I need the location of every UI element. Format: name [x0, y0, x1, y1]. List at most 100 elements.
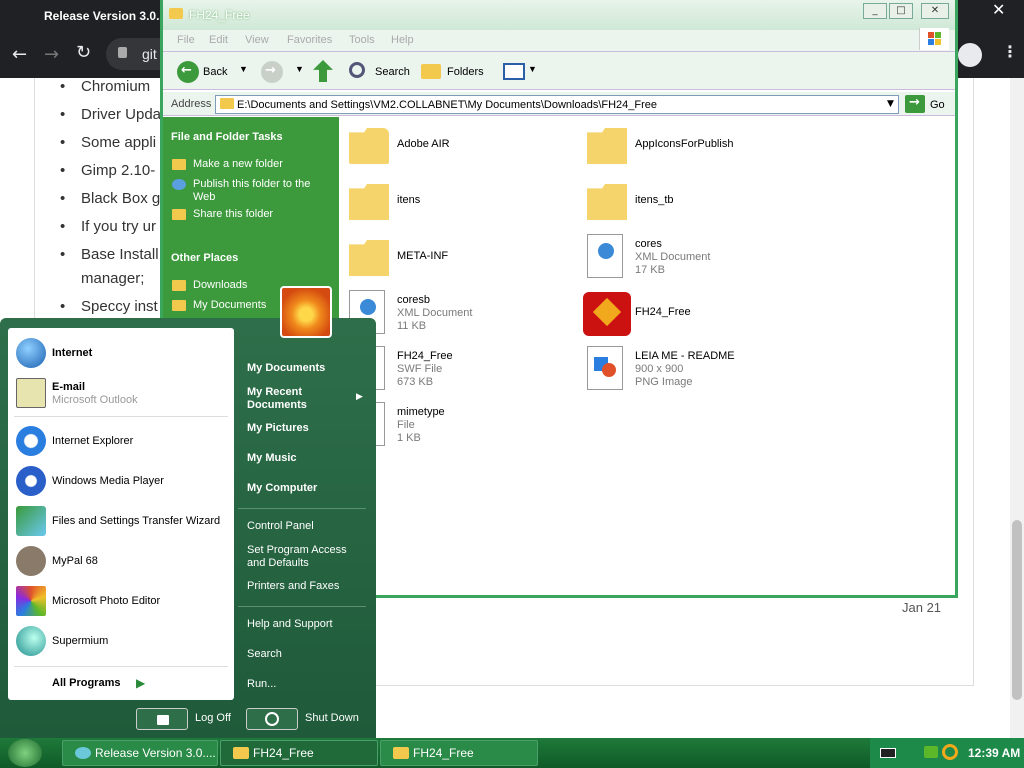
- taskbar-item-explorer[interactable]: FH24_Free: [220, 740, 378, 766]
- file-item[interactable]: coresb XML Document 11 KB: [349, 290, 569, 340]
- profile-avatar-icon[interactable]: [958, 43, 982, 67]
- file-item[interactable]: cores XML Document 17 KB: [587, 234, 807, 284]
- power-icon[interactable]: [246, 708, 298, 730]
- file-name: coresb: [397, 294, 431, 306]
- maximize-button[interactable]: □: [889, 3, 913, 19]
- file-name: mimetype: [397, 406, 445, 418]
- file-item[interactable]: mimetype File 1 KB: [349, 402, 569, 452]
- address-text[interactable]: E:\Documents and Settings\VM2.COLLABNET\…: [237, 99, 657, 111]
- chevron-down-icon[interactable]: ▼: [295, 64, 304, 74]
- list-item: Driver Upda: [60, 106, 161, 123]
- folders-icon[interactable]: [421, 64, 441, 79]
- program-supermium[interactable]: Supermium: [52, 635, 108, 647]
- start-run[interactable]: Run...: [247, 678, 276, 691]
- network-icon[interactable]: [924, 746, 938, 758]
- start-search[interactable]: Search: [247, 648, 282, 661]
- minimize-button[interactable]: _: [863, 3, 887, 19]
- scrollbar-thumb[interactable]: [1012, 520, 1022, 700]
- window-titlebar[interactable]: [163, 0, 955, 30]
- file-name: itens_tb: [635, 194, 674, 206]
- menu-dots-icon[interactable]: ⋮: [1002, 42, 1018, 61]
- start-printers-faxes[interactable]: Printers and Faxes: [247, 580, 339, 593]
- omnibox[interactable]: [106, 38, 166, 70]
- menu-file[interactable]: File: [177, 34, 195, 46]
- pinned-email[interactable]: E-mail: [52, 381, 85, 393]
- task-make-new-folder[interactable]: Make a new folder: [193, 158, 283, 171]
- chevron-down-icon[interactable]: ▼: [239, 64, 248, 74]
- png-image-icon: [587, 346, 623, 390]
- back-arrow-icon[interactable]: ←: [177, 61, 199, 83]
- reload-icon[interactable]: ↻: [76, 42, 91, 63]
- log-off-button[interactable]: Log Off: [195, 712, 231, 724]
- file-type: XML Document: [635, 251, 711, 263]
- browser-tab-title[interactable]: Release Version 3.0.5 -: [44, 9, 173, 23]
- start-my-recent-documents[interactable]: My Recent Documents: [247, 386, 347, 412]
- program-internet-explorer[interactable]: Internet Explorer: [52, 435, 133, 447]
- file-item[interactable]: itens: [349, 182, 569, 232]
- go-arrow-icon[interactable]: →: [905, 95, 925, 113]
- menu-tools[interactable]: Tools: [349, 34, 375, 46]
- email-icon: [16, 378, 46, 408]
- views-icon[interactable]: [503, 63, 525, 80]
- folders-button[interactable]: Folders: [447, 66, 484, 78]
- xml-doc-icon: [587, 234, 623, 278]
- pinned-email-sub: Microsoft Outlook: [52, 394, 138, 406]
- file-item[interactable]: FH24_Free: [583, 292, 803, 342]
- back-button[interactable]: Back: [203, 66, 227, 78]
- file-item[interactable]: AppIconsForPublish: [587, 126, 807, 176]
- place-downloads[interactable]: Downloads: [193, 279, 247, 292]
- close-button[interactable]: ✕: [921, 3, 949, 19]
- start-my-documents[interactable]: My Documents: [247, 362, 325, 375]
- omnibox-text[interactable]: git: [142, 46, 157, 62]
- list-item: Chromium: [60, 78, 150, 95]
- program-transfer-wizard[interactable]: Files and Settings Transfer Wizard: [52, 515, 220, 527]
- menu-help[interactable]: Help: [391, 34, 414, 46]
- forward-arrow-icon[interactable]: →: [44, 44, 59, 65]
- start-button[interactable]: [8, 739, 42, 767]
- start-help-support[interactable]: Help and Support: [247, 618, 333, 631]
- lock-icon[interactable]: [136, 708, 188, 730]
- place-my-documents[interactable]: My Documents: [193, 299, 266, 312]
- all-programs-button[interactable]: All Programs: [52, 677, 120, 689]
- task-publish-web[interactable]: Publish this folder to the Web: [193, 178, 333, 204]
- start-my-music[interactable]: My Music: [247, 452, 297, 465]
- file-item[interactable]: itens_tb: [587, 182, 807, 232]
- file-item[interactable]: LEIA ME - README 900 x 900 PNG Image: [587, 346, 807, 396]
- close-icon[interactable]: ✕: [992, 0, 1005, 19]
- start-program-access[interactable]: Set Program Access and Defaults: [247, 544, 357, 570]
- file-item[interactable]: Adobe AIR: [349, 126, 569, 176]
- taskbar-item-browser[interactable]: Release Version 3.0....: [62, 740, 218, 766]
- start-control-panel[interactable]: Control Panel: [247, 520, 314, 533]
- start-my-pictures[interactable]: My Pictures: [247, 422, 309, 435]
- program-photo-editor[interactable]: Microsoft Photo Editor: [52, 595, 160, 607]
- file-item[interactable]: META-INF: [349, 238, 569, 288]
- file-item[interactable]: FH24_Free SWF File 673 KB: [349, 346, 569, 396]
- clock[interactable]: 12:39 AM: [968, 746, 1020, 760]
- list-item: If you try ur: [60, 218, 156, 235]
- pinned-internet[interactable]: Internet: [52, 347, 92, 359]
- internet-explorer-icon: [16, 426, 46, 456]
- folder-icon: [220, 98, 234, 109]
- forward-arrow-icon[interactable]: →: [261, 61, 283, 83]
- menu-favorites[interactable]: Favorites: [287, 34, 332, 46]
- program-media-player[interactable]: Windows Media Player: [52, 475, 164, 487]
- search-button[interactable]: Search: [375, 66, 410, 78]
- taskbar-item-explorer-2[interactable]: FH24_Free: [380, 740, 538, 766]
- program-mypal[interactable]: MyPal 68: [52, 555, 98, 567]
- keyboard-icon[interactable]: [880, 748, 896, 758]
- go-button[interactable]: Go: [930, 99, 945, 111]
- search-icon[interactable]: [349, 62, 365, 78]
- chevron-down-icon[interactable]: ▼: [887, 99, 894, 109]
- shut-down-button[interactable]: Shut Down: [305, 712, 359, 724]
- menu-bar: [163, 30, 955, 52]
- menu-edit[interactable]: Edit: [209, 34, 228, 46]
- back-arrow-icon[interactable]: ←: [12, 44, 27, 65]
- start-my-computer[interactable]: My Computer: [247, 482, 317, 495]
- arrow-right-icon: ▶: [136, 676, 146, 690]
- folder-icon: [172, 280, 186, 291]
- menu-view[interactable]: View: [245, 34, 269, 46]
- list-item: Gimp 2.10-: [60, 162, 155, 179]
- task-share-folder[interactable]: Share this folder: [193, 208, 273, 221]
- file-type: SWF File: [397, 363, 443, 375]
- chevron-down-icon[interactable]: ▼: [528, 64, 537, 74]
